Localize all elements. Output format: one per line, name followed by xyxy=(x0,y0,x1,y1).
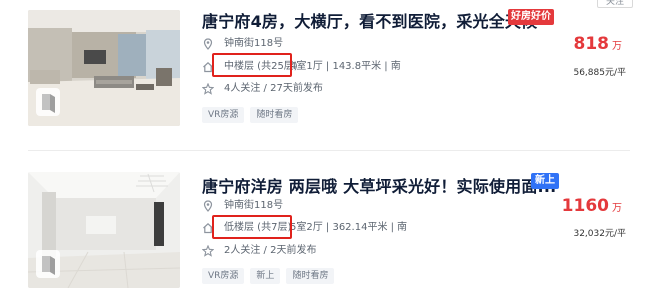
listing-card[interactable]: 唐宁府洋房 两层哦 大草坪采光好！实际使用面... 新上 钟南街118号 低楼层… xyxy=(0,162,660,298)
new-listing-tag: 新上 xyxy=(531,173,559,189)
price-value: 1160 xyxy=(561,196,609,216)
address-link[interactable]: 钟南街118号 xyxy=(224,199,283,213)
star-icon xyxy=(202,83,214,95)
vr-badge-icon xyxy=(36,250,60,278)
unit-price: 32,032元/平 xyxy=(573,229,626,239)
tag-new: 新上 xyxy=(250,268,281,284)
room-spec: 5室2厅 | 362.14平米 | 南 xyxy=(290,222,408,233)
floor-highlight-box xyxy=(212,215,292,239)
tag-anytime-viewing: 随时看房 xyxy=(286,268,335,284)
price-unit: 万 xyxy=(612,41,622,52)
price-unit: 万 xyxy=(612,203,622,214)
listing-divider xyxy=(28,150,630,151)
vr-badge-icon xyxy=(36,88,60,116)
location-pin-icon xyxy=(203,38,213,50)
location-pin-icon xyxy=(203,200,213,212)
listing-card[interactable]: 关注 唐宁府4房，大横厅，看不到医院，采光全天候 好房好价 钟南街118号 中楼… xyxy=(0,0,660,138)
follow-button[interactable]: 关注 xyxy=(597,0,633,8)
follow-count-date: 4人关注 / 27天前发布 xyxy=(224,83,323,94)
listing-title[interactable]: 唐宁府洋房 两层哦 大草坪采光好！实际使用面... xyxy=(202,173,556,197)
total-price: 1160 万 xyxy=(562,196,622,216)
listing-photo[interactable] xyxy=(28,172,180,288)
room-spec: 4室1厅 | 143.8平米 | 南 xyxy=(290,61,401,72)
tag-vr: VR房源 xyxy=(202,107,245,123)
feature-tags: VR房源 新上 随时看房 xyxy=(202,268,335,284)
tag-vr: VR房源 xyxy=(202,268,245,284)
feature-tags: VR房源 随时看房 xyxy=(202,107,299,123)
tag-anytime-viewing: 随时看房 xyxy=(250,107,299,123)
address-link[interactable]: 钟南街118号 xyxy=(224,37,283,51)
follow-count-date: 2人关注 / 2天前发布 xyxy=(224,245,317,256)
unit-price: 56,885元/平 xyxy=(573,68,626,78)
good-price-tag: 好房好价 xyxy=(508,9,554,25)
listing-title[interactable]: 唐宁府4房，大横厅，看不到医院，采光全天候 xyxy=(202,8,537,32)
star-icon xyxy=(202,245,214,257)
listing-photo[interactable] xyxy=(28,10,180,126)
total-price: 818 万 xyxy=(574,34,623,54)
floor-highlight-box xyxy=(212,53,292,77)
price-value: 818 xyxy=(573,34,610,54)
